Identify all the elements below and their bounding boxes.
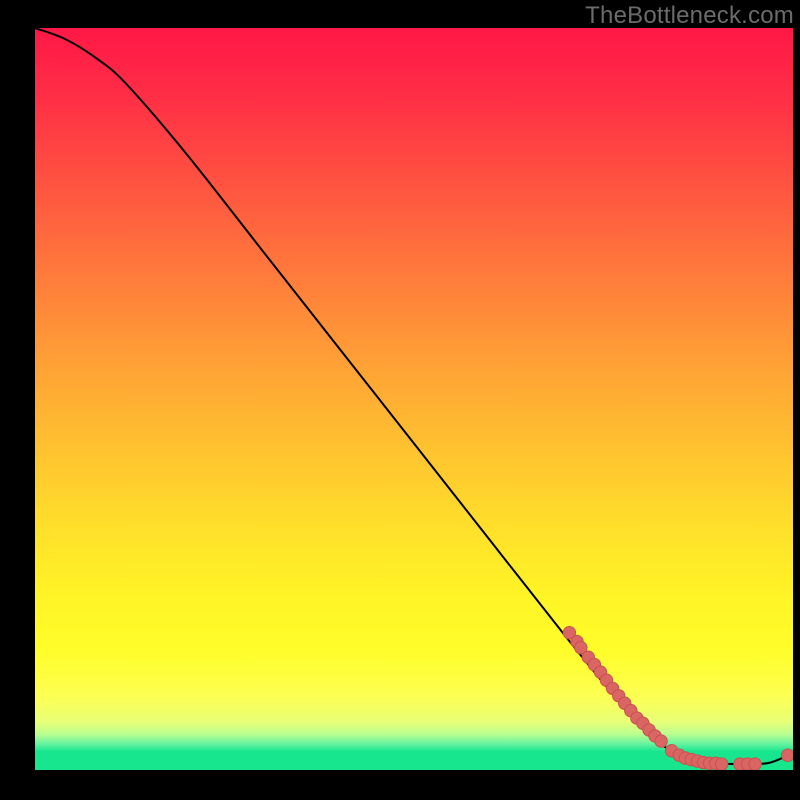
data-point (782, 749, 794, 761)
data-point (655, 735, 667, 747)
data-points-group (563, 627, 793, 771)
data-point (749, 758, 761, 770)
chart-svg (35, 28, 793, 770)
data-point (716, 758, 728, 770)
chart-container: TheBottleneck.com (0, 0, 800, 800)
watermark-text: TheBottleneck.com (585, 2, 794, 30)
bottleneck-curve (35, 28, 793, 764)
